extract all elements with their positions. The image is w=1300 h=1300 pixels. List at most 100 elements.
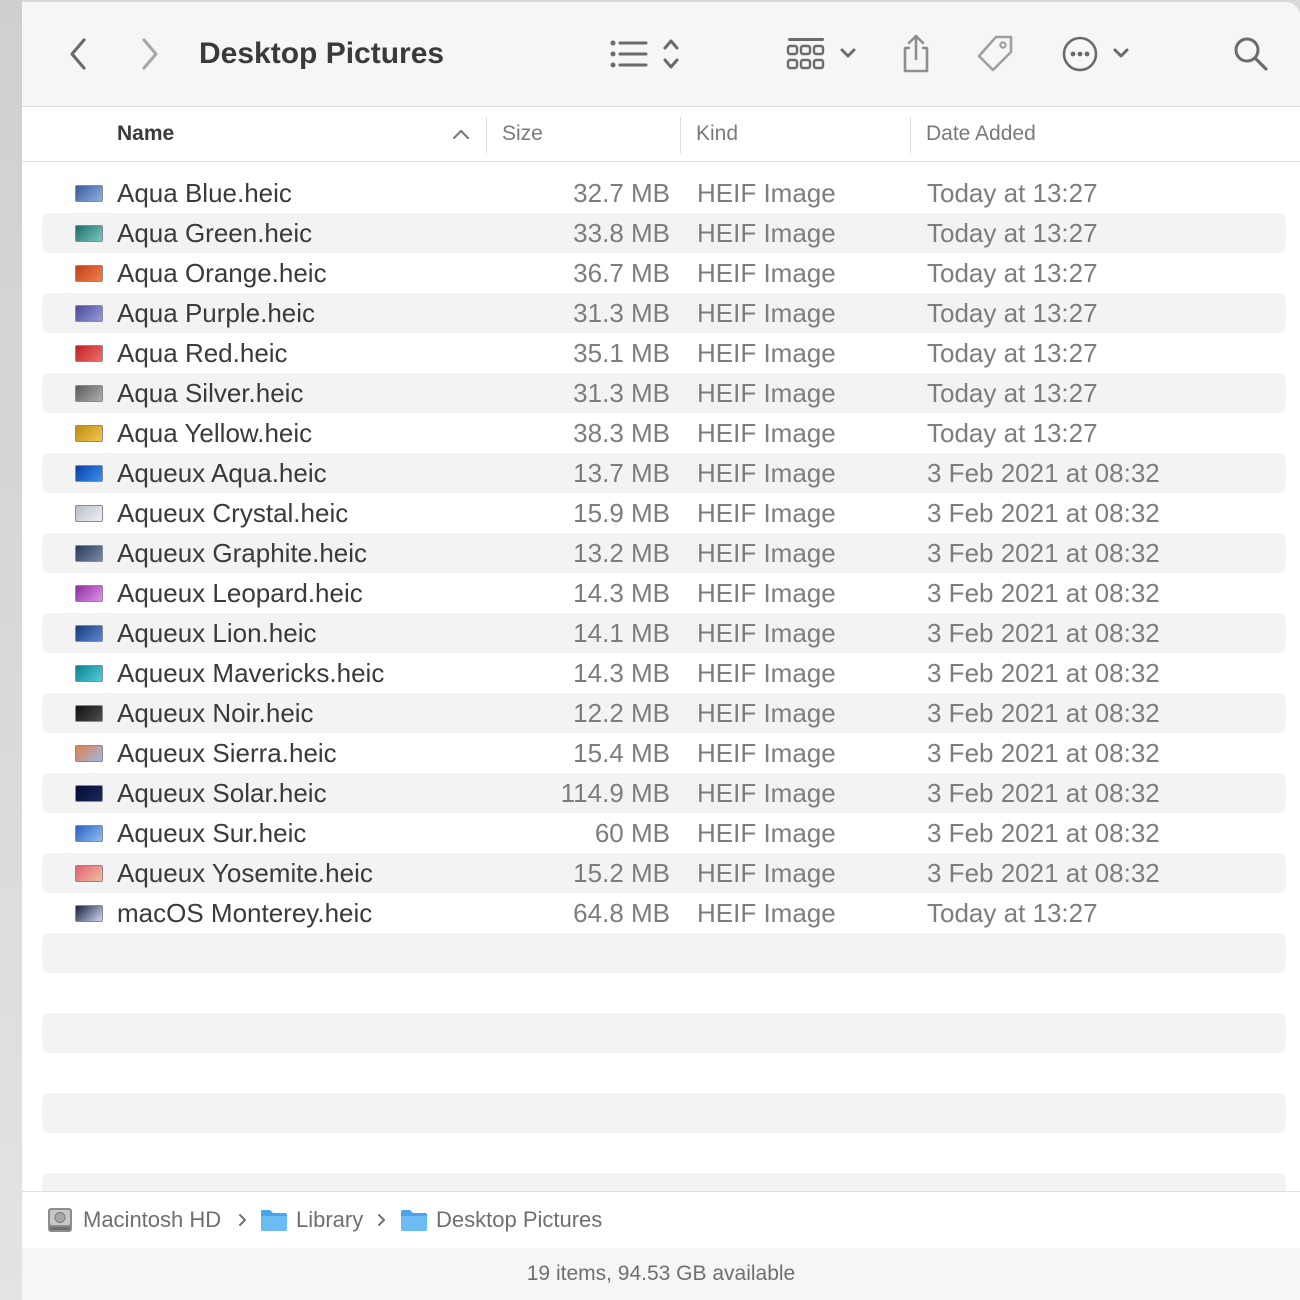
file-row[interactable]: Aqua Yellow.heic 38.3 MB HEIF Image Today a…	[42, 413, 1286, 453]
finder-window: Desktop Pictures Name Size Kind Date Add…	[22, 2, 1300, 1300]
file-name: Aqueux Sur.heic	[117, 818, 307, 848]
file-row[interactable]: macOS Monterey.heic 64.8 MB HEIF Image Toda…	[42, 893, 1286, 933]
file-size: 38.3 MB	[573, 418, 670, 448]
file-name: Aqua Yellow.heic	[117, 418, 313, 448]
file-row[interactable]: Aqueux Crystal.heic 15.9 MB HEIF Image 3 Fe…	[42, 493, 1286, 533]
file-row[interactable]: Aqueux Mavericks.heic 14.3 MB HEIF Image 3 …	[42, 653, 1286, 693]
tag-icon	[977, 35, 1013, 72]
file-row[interactable]: Aqueux Graphite.heic 13.2 MB HEIF Image 3 F…	[42, 533, 1286, 573]
file-row[interactable]: Aqua Purple.heic 31.3 MB HEIF Image Today a…	[42, 293, 1286, 333]
ellipsis-circle-icon	[1062, 36, 1129, 72]
file-size: 114.9 MB	[560, 778, 670, 808]
back-button[interactable]	[58, 2, 98, 106]
file-row[interactable]: Aqueux Sur.heic 60 MB HEIF Image 3 Feb 2021…	[42, 813, 1286, 853]
file-date-added: Today at 13:27	[927, 218, 1098, 248]
file-kind: HEIF Image	[697, 378, 836, 408]
column-header-name[interactable]: Name	[117, 107, 174, 161]
file-kind: HEIF Image	[697, 738, 836, 768]
path-item-macintosh-hd[interactable]: Macintosh HD	[46, 1192, 221, 1248]
file-name: macOS Monterey.heic	[117, 898, 373, 928]
file-kind: HEIF Image	[697, 578, 836, 608]
file-kind: HEIF Image	[697, 898, 836, 928]
file-row[interactable]: Aqua Red.heic 35.1 MB HEIF Image Today at 1…	[42, 333, 1286, 373]
file-size: 13.2 MB	[573, 538, 670, 568]
file-row[interactable]: Aqueux Yosemite.heic 15.2 MB HEIF Image 3 F…	[42, 853, 1286, 893]
file-size: 60 MB	[594, 818, 670, 848]
file-row[interactable]: Aqua Blue.heic 32.7 MB HEIF Image Today at …	[42, 173, 1286, 213]
path-item-label: Macintosh HD	[83, 1207, 222, 1232]
file-size: 13.7 MB	[573, 458, 670, 488]
file-name: Aqua Red.heic	[117, 338, 288, 368]
image-thumbnail-icon	[75, 745, 103, 762]
image-thumbnail-icon	[75, 225, 103, 242]
file-row[interactable]: Aqueux Sierra.heic 15.4 MB HEIF Image 3 Feb…	[42, 733, 1286, 773]
file-row[interactable]: Aqua Green.heic 33.8 MB HEIF Image Today at…	[42, 213, 1286, 253]
file-date-added: Today at 13:27	[927, 298, 1098, 328]
column-separator[interactable]	[910, 117, 911, 153]
file-date-added: 3 Feb 2021 at 08:32	[927, 658, 1160, 688]
action-menu-button[interactable]	[1058, 2, 1136, 106]
file-date-added: Today at 13:27	[927, 178, 1098, 208]
folder-icon	[401, 1210, 427, 1231]
file-row[interactable]: Aqua Orange.heic 36.7 MB HEIF Image Today a…	[42, 253, 1286, 293]
column-header-kind[interactable]: Kind	[696, 107, 738, 161]
sort-ascending-icon[interactable]	[452, 127, 470, 141]
view-options-button[interactable]	[604, 2, 684, 106]
search-button[interactable]	[1230, 2, 1272, 106]
path-item-library[interactable]: Library	[260, 1192, 363, 1248]
file-size: 14.3 MB	[573, 658, 670, 688]
file-row[interactable]: Aqueux Aqua.heic 13.7 MB HEIF Image 3 Feb 2…	[42, 453, 1286, 493]
file-date-added: 3 Feb 2021 at 08:32	[927, 458, 1160, 488]
file-name: Aqua Purple.heic	[117, 298, 316, 328]
file-size: 15.2 MB	[573, 858, 670, 888]
toolbar: Desktop Pictures	[22, 2, 1300, 107]
share-button[interactable]	[896, 2, 936, 106]
file-kind: HEIF Image	[697, 498, 836, 528]
file-date-added: 3 Feb 2021 at 08:32	[927, 738, 1160, 768]
image-thumbnail-icon	[75, 185, 103, 202]
file-name: Aqua Orange.heic	[117, 258, 327, 288]
file-kind: HEIF Image	[697, 458, 836, 488]
window-title: Desktop Pictures	[199, 37, 445, 70]
column-header-size[interactable]: Size	[502, 107, 543, 161]
file-kind: HEIF Image	[697, 618, 836, 648]
desktop-edge	[0, 0, 22, 1300]
tag-button[interactable]	[972, 2, 1018, 106]
file-name: Aqueux Aqua.heic	[117, 458, 327, 488]
file-size: 36.7 MB	[573, 258, 670, 288]
file-size: 15.9 MB	[573, 498, 670, 528]
empty-row	[42, 933, 1286, 973]
file-size: 12.2 MB	[573, 698, 670, 728]
file-row[interactable]: Aqua Silver.heic 31.3 MB HEIF Image Today a…	[42, 373, 1286, 413]
image-thumbnail-icon	[75, 425, 103, 442]
column-header-date-added[interactable]: Date Added	[926, 107, 1036, 161]
file-row[interactable]: Aqueux Noir.heic 12.2 MB HEIF Image 3 Feb 2…	[42, 693, 1286, 733]
folder-icon	[261, 1210, 287, 1231]
image-thumbnail-icon	[75, 625, 103, 642]
file-name: Aqua Blue.heic	[117, 178, 292, 208]
share-icon	[903, 34, 929, 73]
file-kind: HEIF Image	[697, 538, 836, 568]
list-view-icon	[610, 39, 679, 69]
file-date-added: 3 Feb 2021 at 08:32	[927, 698, 1160, 728]
file-row[interactable]: Aqueux Lion.heic 14.1 MB HEIF Image 3 Feb 2…	[42, 613, 1286, 653]
file-kind: HEIF Image	[697, 178, 836, 208]
forward-button[interactable]	[130, 2, 170, 106]
image-thumbnail-icon	[75, 465, 103, 482]
group-button[interactable]	[784, 2, 862, 106]
column-header: Name Size Kind Date Added	[22, 107, 1300, 162]
file-row[interactable]: Aqueux Solar.heic 114.9 MB HEIF Image 3 Feb…	[42, 773, 1286, 813]
file-kind: HEIF Image	[697, 298, 836, 328]
status-bar: 19 items, 94.53 GB available	[22, 1248, 1300, 1300]
image-thumbnail-icon	[75, 865, 103, 882]
file-size: 14.1 MB	[573, 618, 670, 648]
file-kind: HEIF Image	[697, 418, 836, 448]
column-separator[interactable]	[486, 117, 487, 153]
file-size: 64.8 MB	[573, 898, 670, 928]
file-row[interactable]: Aqueux Leopard.heic 14.3 MB HEIF Image 3 Fe…	[42, 573, 1286, 613]
path-item-desktop-pictures[interactable]: Desktop Pictures	[400, 1192, 602, 1248]
column-separator[interactable]	[680, 117, 681, 153]
path-chevron-icon	[378, 1214, 385, 1226]
file-size: 32.7 MB	[573, 178, 670, 208]
path-item-label: Desktop Pictures	[436, 1207, 603, 1232]
